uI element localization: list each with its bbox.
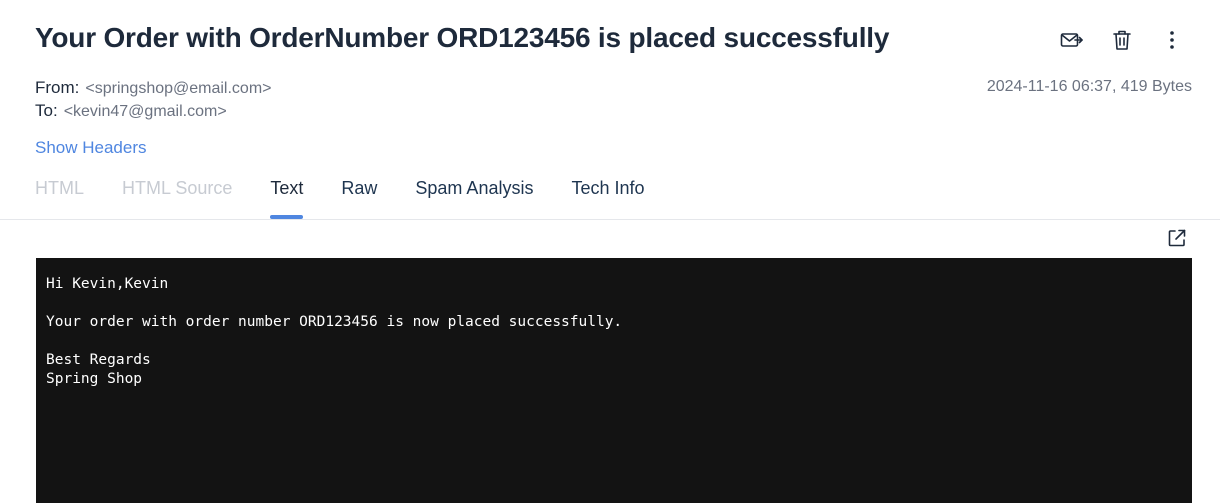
to-address: <kevin47@gmail.com> <box>63 103 227 120</box>
view-tabs: HTML HTML Source Text Raw Spam Analysis … <box>35 178 683 219</box>
forward-button[interactable] <box>1058 26 1086 54</box>
from-address: <springshop@email.com> <box>85 80 272 97</box>
message-body-text: Hi Kevin,Kevin Your order with order num… <box>46 276 623 387</box>
more-vertical-icon <box>1169 30 1175 50</box>
to-label: To: <box>35 101 58 120</box>
more-button[interactable] <box>1158 26 1186 54</box>
message-timestamp: 2024-11-16 06:37, 419 Bytes <box>986 78 1192 95</box>
from-label: From: <box>35 78 80 97</box>
tab-raw[interactable]: Raw <box>341 178 377 215</box>
tab-spam-analysis[interactable]: Spam Analysis <box>415 178 533 215</box>
external-link-icon <box>1167 229 1187 252</box>
forward-mail-icon <box>1060 30 1084 50</box>
email-subject: Your Order with OrderNumber ORD123456 is… <box>35 22 890 53</box>
tab-tech-info[interactable]: Tech Info <box>571 178 644 215</box>
open-in-new-window-button[interactable] <box>1167 228 1187 248</box>
tab-html-source[interactable]: HTML Source <box>122 178 232 215</box>
to-row: To: <kevin47@gmail.com> <box>35 101 227 121</box>
tab-html[interactable]: HTML <box>35 178 84 215</box>
tab-text[interactable]: Text <box>270 178 304 219</box>
delete-button[interactable] <box>1108 26 1136 54</box>
message-body-panel: Hi Kevin,Kevin Your order with order num… <box>36 258 1192 503</box>
message-actions <box>1058 26 1186 54</box>
trash-icon <box>1112 29 1132 51</box>
from-row: From: <springshop@email.com> <box>35 78 272 98</box>
show-headers-link[interactable]: Show Headers <box>35 138 147 158</box>
tabs-divider <box>0 219 1220 220</box>
